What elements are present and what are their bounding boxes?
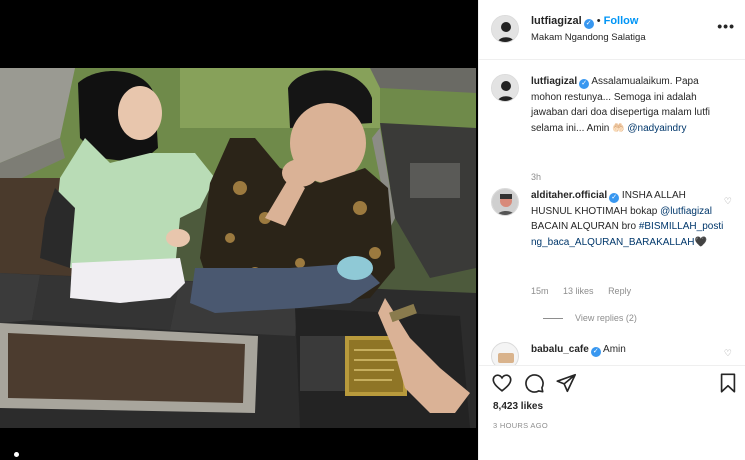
comment-icon[interactable] (523, 372, 545, 394)
black-heart-emoji: 🖤 (694, 236, 707, 248)
comment-username[interactable]: babalu_cafe (531, 344, 589, 355)
comment-time[interactable]: 3h (531, 172, 541, 182)
verified-badge-icon: ✓ (583, 19, 594, 29)
like-comment-heart-icon[interactable]: ♡ (724, 196, 732, 207)
comment-body: Amin (603, 344, 626, 355)
post-timestamp: 3 HOURS AGO (493, 421, 548, 430)
commenter-avatar[interactable] (491, 342, 519, 365)
post-header: lutfiagizal ✓ • Follow Makam Ngandong Salat… (479, 0, 745, 60)
post-media-area (0, 0, 478, 460)
post-location[interactable]: Makam Ngandong Salatiga (531, 32, 646, 43)
verified-badge-icon: ✓ (590, 347, 601, 357)
reply-button[interactable]: Reply (608, 286, 631, 296)
more-options-icon[interactable]: ••• (717, 18, 735, 34)
comments-list[interactable]: lutfiagizal ✓ Assalamualaikum. Papa mohon… (479, 60, 745, 365)
comment-text: babalu_cafe ✓ Amin (531, 342, 726, 358)
comment-body-2: BACAIN ALQURAN bro (531, 221, 637, 232)
verified-badge-icon: ✓ (579, 79, 590, 89)
author-username[interactable]: lutfiagizal (531, 15, 582, 27)
comment-text: lutfiagizal ✓ Assalamualaikum. Papa mohon… (531, 74, 726, 136)
comment-mention[interactable]: @nadyaindry (627, 123, 686, 134)
comment-username[interactable]: lutfiagizal (531, 76, 577, 87)
header-name-row: lutfiagizal ✓ • Follow (531, 15, 638, 29)
comment-meta: 15m 13 likes Reply (531, 286, 643, 296)
likes-count[interactable]: 8,423 likes (493, 401, 543, 412)
post-photo[interactable] (0, 68, 476, 428)
avatar-image (492, 189, 518, 215)
avatar-image (492, 16, 518, 42)
follow-button[interactable]: Follow (604, 15, 639, 27)
avatar-image (492, 343, 518, 365)
paper-plane-icon[interactable] (555, 372, 577, 394)
separator-dot: • (596, 15, 601, 27)
avatar-image (492, 75, 518, 101)
view-replies-label: View replies (2) (575, 313, 637, 323)
view-replies-button[interactable]: View replies (2) (543, 313, 637, 323)
replies-line (543, 318, 563, 320)
comment-likes[interactable]: 13 likes (563, 286, 594, 296)
comment-username[interactable]: alditaher.official (531, 190, 607, 201)
comment-meta: 3h (531, 172, 553, 182)
author-avatar[interactable] (491, 15, 519, 43)
bookmark-icon[interactable] (717, 372, 739, 394)
post-actions: 8,423 likes 3 HOURS AGO (479, 365, 745, 460)
comment-mention[interactable]: @lutfiagizal (660, 206, 712, 217)
caption-comment: lutfiagizal ✓ Assalamualaikum. Papa mohon… (491, 74, 736, 184)
like-comment-heart-icon[interactable]: ♡ (724, 348, 732, 359)
comment-time[interactable]: 15m (531, 286, 549, 296)
heart-icon[interactable] (491, 372, 513, 394)
commenter-avatar[interactable] (491, 74, 519, 102)
comment-text: alditaher.official ✓ INSHA ALLAH HUSNUL K… (531, 188, 726, 250)
photo-illustration (0, 68, 476, 428)
commenter-avatar[interactable] (491, 188, 519, 216)
comment-item: alditaher.official ✓ INSHA ALLAH HUSNUL K… (491, 188, 736, 328)
carousel-indicator (14, 452, 19, 457)
comment-item: babalu_cafe ✓ Amin ♡ (491, 342, 736, 365)
verified-badge-icon: ✓ (609, 193, 620, 203)
post-side-panel: lutfiagizal ✓ • Follow Makam Ngandong Salat… (478, 0, 745, 460)
